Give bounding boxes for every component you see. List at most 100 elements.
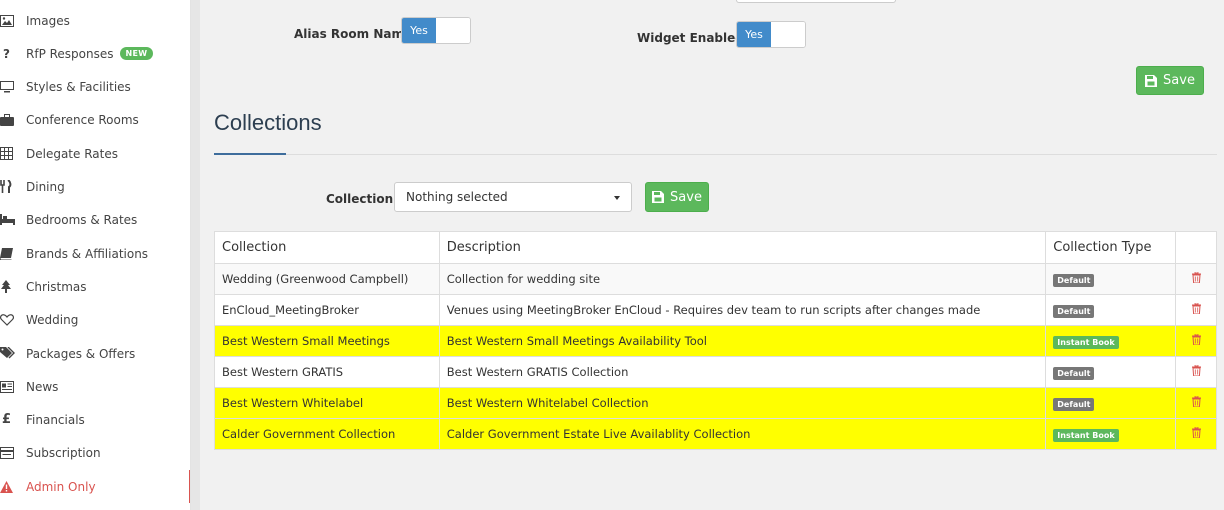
sidebar-gutter xyxy=(191,0,200,510)
table-row: Best Western Small Meetings Best Western … xyxy=(214,325,1217,357)
sidebar-item-styles-facilities[interactable]: Styles & Facilities xyxy=(0,70,190,103)
image-icon xyxy=(0,14,26,27)
sidebar-item-news[interactable]: News xyxy=(0,370,190,403)
collection-name-cell: Wedding (Greenwood Campbell) xyxy=(214,263,440,295)
bed-icon xyxy=(0,214,26,225)
sidebar-item-label: Conference Rooms xyxy=(26,112,139,127)
sidebar-item-rfp-responses[interactable]: ? RfP Responses NEW xyxy=(0,37,190,70)
collection-type-cell: Default xyxy=(1045,356,1177,388)
widget-enabled-label: Widget Enabled xyxy=(637,31,744,45)
newspaper-icon xyxy=(0,380,26,393)
table-row: Calder Government Collection Calder Gover… xyxy=(214,418,1217,450)
delete-cell xyxy=(1175,418,1217,450)
sidebar-item-label: Delegate Rates xyxy=(26,146,118,161)
collection-description-cell: Calder Government Estate Live Availablit… xyxy=(438,418,1047,450)
collection-type-badge: Default xyxy=(1053,366,1095,380)
collection-description-cell: Best Western GRATIS Collection xyxy=(438,356,1047,388)
monitor-icon xyxy=(0,80,26,93)
main-content: Alias Room Name Yes Widget Enabled Yes S… xyxy=(200,0,1224,510)
toggle-on-label: Yes xyxy=(737,22,771,47)
table-row: Best Western GRATIS Best Western GRATIS C… xyxy=(214,356,1217,388)
table-row: EnCloud_MeetingBroker Venues using Meetin… xyxy=(214,294,1217,326)
trash-icon[interactable] xyxy=(1191,427,1201,438)
tree-icon xyxy=(0,280,26,293)
collection-name-cell: EnCloud_MeetingBroker xyxy=(214,294,440,326)
collection-type-cell: Default xyxy=(1045,294,1177,326)
sidebar-item-financials[interactable]: £ Financials xyxy=(0,403,190,436)
sidebar-item-conference-rooms[interactable]: Conference Rooms xyxy=(0,103,190,136)
alias-room-name-label: Alias Room Name xyxy=(294,27,413,41)
partially-visible-input[interactable] xyxy=(736,0,896,3)
sidebar-item-label: Images xyxy=(26,13,70,28)
caret-down-icon xyxy=(614,196,620,200)
sidebar-item-delegate-rates[interactable]: Delegate Rates xyxy=(0,137,190,170)
collection-name-cell: Calder Government Collection xyxy=(214,418,440,450)
trash-icon[interactable] xyxy=(1191,303,1201,314)
trash-icon[interactable] xyxy=(1191,334,1201,345)
sidebar-item-label: Dining xyxy=(26,179,65,194)
settings-save-button[interactable]: Save xyxy=(1136,66,1204,95)
list-icon xyxy=(0,446,26,459)
collection-description-cell: Best Western Whitelabel Collection xyxy=(438,387,1047,419)
save-button-label: Save xyxy=(670,189,702,205)
sidebar-item-label: Christmas xyxy=(26,279,87,294)
collection-type-cell: Default xyxy=(1045,387,1177,419)
sidebar-item-label: Wedding xyxy=(26,312,79,327)
heart-icon xyxy=(0,313,26,326)
sidebar-item-label: Brands & Affiliations xyxy=(26,246,149,261)
sidebar-item-label: Packages & Offers xyxy=(26,346,136,361)
toggle-on-label: Yes xyxy=(402,18,436,43)
collection-select-label: Collection xyxy=(326,192,394,206)
delete-cell xyxy=(1175,356,1217,388)
collection-type-badge: Default xyxy=(1053,273,1095,287)
sidebar-item-label: Subscription xyxy=(26,445,101,460)
alias-room-name-toggle[interactable]: Yes xyxy=(401,17,471,44)
sidebar-item-brands-affiliations[interactable]: Brands & Affiliations xyxy=(0,237,190,270)
section-divider xyxy=(214,154,1217,155)
trash-icon[interactable] xyxy=(1191,272,1201,283)
table-row: Wedding (Greenwood Campbell) Collection f… xyxy=(214,263,1217,295)
floppy-disk-icon xyxy=(652,191,665,203)
sidebar-item-admin-only[interactable]: Admin Only xyxy=(0,470,190,503)
collection-select[interactable]: Nothing selected xyxy=(394,182,632,212)
save-button-label: Save xyxy=(1163,73,1195,88)
sidebar-item-label: Financials xyxy=(26,412,85,427)
question-icon: ? xyxy=(3,46,10,61)
delete-cell xyxy=(1175,294,1217,326)
trash-icon[interactable] xyxy=(1191,396,1201,407)
sidebar-item-images[interactable]: Images xyxy=(0,4,190,37)
toggle-off-area xyxy=(436,18,470,43)
calendar-grid-icon xyxy=(0,147,26,160)
sidebar-item-dining[interactable]: Dining xyxy=(0,170,190,203)
sidebar-item-bedrooms-rates[interactable]: Bedrooms & Rates xyxy=(0,203,190,236)
toggle-off-area xyxy=(771,22,805,47)
sidebar-item-wedding[interactable]: Wedding xyxy=(0,303,190,336)
collection-name-cell: Best Western GRATIS xyxy=(214,356,440,388)
delete-cell xyxy=(1175,325,1217,357)
collection-description-cell: Collection for wedding site xyxy=(438,263,1047,295)
column-header-collection-type: Collection Type xyxy=(1045,231,1177,264)
warning-icon xyxy=(0,480,26,493)
collection-description-cell: Venues using MeetingBroker EnCloud - Req… xyxy=(438,294,1047,326)
collection-select-value: Nothing selected xyxy=(406,190,508,204)
widget-enabled-toggle[interactable]: Yes xyxy=(736,21,806,48)
book-icon xyxy=(0,247,26,260)
collection-type-badge: Instant Book xyxy=(1053,335,1119,349)
sidebar-item-subscription[interactable]: Subscription xyxy=(0,436,190,469)
collection-type-cell: Default xyxy=(1045,263,1177,295)
collection-type-badge: Default xyxy=(1053,304,1095,318)
trash-icon[interactable] xyxy=(1191,365,1201,376)
sidebar: Images ? RfP Responses NEW Styles & Faci… xyxy=(0,0,191,510)
sidebar-item-packages-offers[interactable]: Packages & Offers xyxy=(0,337,190,370)
briefcase-icon xyxy=(0,113,26,126)
new-badge: NEW xyxy=(119,47,154,60)
column-header-description: Description xyxy=(438,231,1047,264)
cutlery-icon xyxy=(0,180,26,193)
pound-icon: £ xyxy=(2,412,12,427)
collection-type-badge: Default xyxy=(1053,397,1095,411)
column-header-collection: Collection xyxy=(214,231,440,264)
collection-save-button[interactable]: Save xyxy=(645,182,709,212)
collections-table: Collection Description Collection Type W… xyxy=(214,231,1217,450)
collection-description-cell: Best Western Small Meetings Availability… xyxy=(438,325,1047,357)
sidebar-item-christmas[interactable]: Christmas xyxy=(0,270,190,303)
